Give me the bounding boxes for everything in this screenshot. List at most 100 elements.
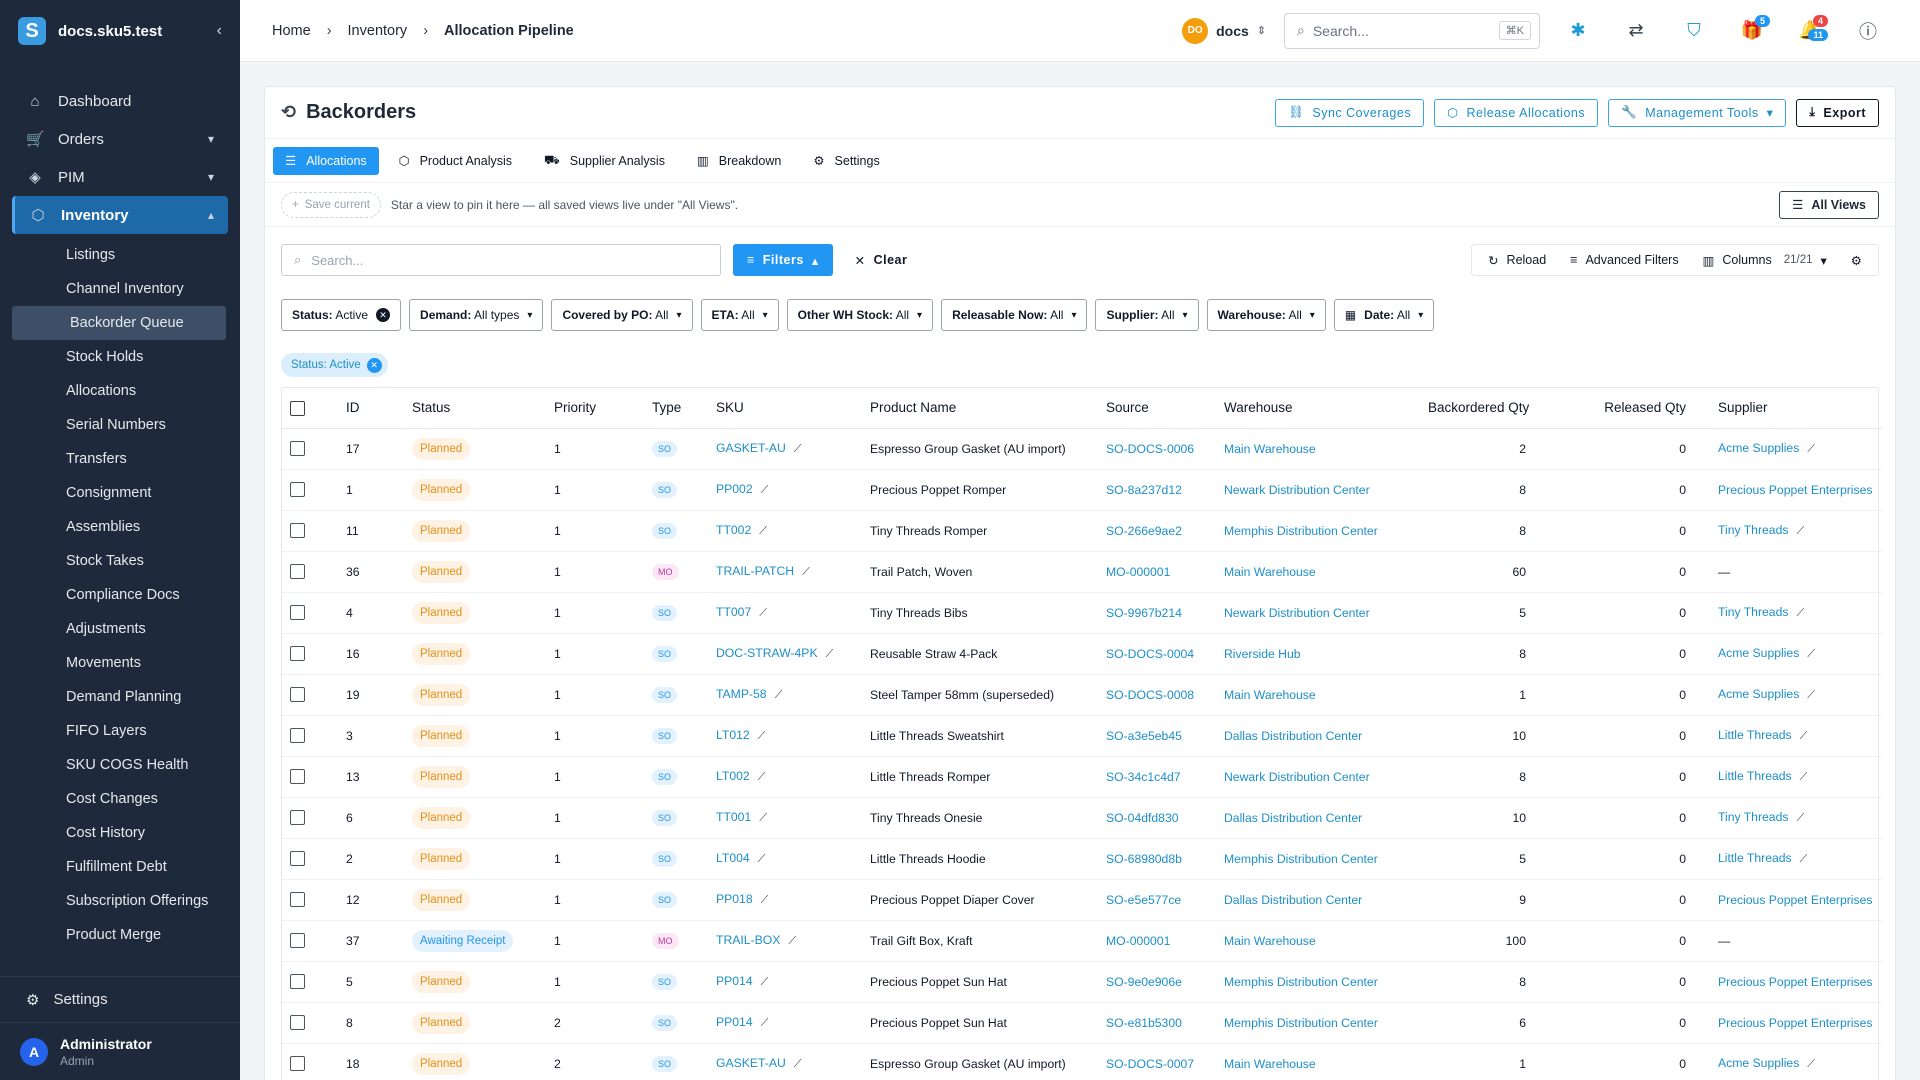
org-switcher[interactable]: DO docs ⇕ [1182,17,1266,44]
trend-chart-icon[interactable]: ⟋ [1800,730,1808,742]
supplier-link[interactable]: Acme Supplies [1718,441,1799,455]
source-link[interactable]: MO-000001 [1106,565,1170,579]
source-link[interactable]: SO-DOCS-0008 [1106,688,1194,702]
trend-chart-icon[interactable]: ⟋ [758,853,766,865]
source-link[interactable]: SO-04dfd830 [1106,811,1179,825]
sidebar-subitem[interactable]: Allocations [0,374,240,408]
table-row[interactable]: 18 Planned 2 SO GASKET-AU ⟋ Espresso Group Gas… [282,1043,1882,1080]
source-link[interactable]: SO-a3e5eb45 [1106,729,1182,743]
sidebar-item-orders[interactable]: 🛒 Orders ▾ [0,120,240,158]
release-allocations-button[interactable]: ⬡ Release Allocations [1434,98,1599,127]
sidebar-subitem[interactable]: Listings [0,238,240,272]
table-row[interactable]: 11 Planned 1 SO TT002 ⟋ Tiny Threads Romper SO-… [282,510,1882,552]
trend-chart-icon[interactable]: ⟋ [761,976,769,988]
advanced-filters-button[interactable]: ≡ Advanced Filters [1560,245,1688,275]
supplier-link[interactable]: Tiny Threads [1718,523,1788,537]
table-row[interactable]: 16 Planned 1 SO DOC-STRAW-4PK ⟋ Reusable Straw… [282,633,1882,675]
row-checkbox[interactable] [290,892,305,908]
export-button[interactable]: ⤓ Export [1796,98,1879,127]
column-header-priority[interactable]: Priority [546,388,644,429]
table-row[interactable]: 8 Planned 2 SO PP014 ⟋ Precious Poppet Sun Hat… [282,1002,1882,1044]
trend-chart-icon[interactable]: ⟋ [761,1017,769,1029]
sidebar-subitem[interactable]: SKU COGS Health [0,748,240,782]
clear-filters-button[interactable]: ✕ Clear [845,244,918,276]
source-link[interactable]: SO-68980d8b [1106,852,1182,866]
trend-chart-icon[interactable]: ⟋ [802,566,810,578]
sidebar-subitem[interactable]: Demand Planning [0,680,240,714]
row-checkbox[interactable] [290,933,305,949]
source-link[interactable]: SO-34c1c4d7 [1106,770,1181,784]
warehouse-link[interactable]: Main Warehouse [1224,565,1316,579]
warehouse-link[interactable]: Riverside Hub [1224,647,1301,661]
row-checkbox[interactable] [290,769,305,785]
warehouse-link[interactable]: Memphis Distribution Center [1224,975,1378,989]
trend-chart-icon[interactable]: ⟋ [759,607,767,619]
sidebar-subitem[interactable]: Transfers [0,442,240,476]
supplier-link[interactable]: Precious Poppet Enterprises [1718,1016,1872,1030]
source-link[interactable]: SO-8a237d12 [1106,483,1182,497]
source-link[interactable]: SO-e5e577ce [1106,893,1181,907]
trend-chart-icon[interactable]: ⟋ [1807,1058,1815,1070]
trend-chart-icon[interactable]: ⟋ [826,648,834,660]
trend-chart-icon[interactable]: ⟋ [794,443,802,455]
table-row[interactable]: 1 Planned 1 SO PP002 ⟋ Precious Poppet Romper S… [282,469,1882,511]
sku-link[interactable]: PP018 [716,892,753,906]
sidebar-subitem[interactable]: Consignment [0,476,240,510]
sync-coverages-button[interactable]: ⛓ Sync Coverages [1275,98,1425,127]
warehouse-link[interactable]: Newark Distribution Center [1224,770,1370,784]
sidebar-subitem-backorder-queue[interactable]: Backorder Queue [12,306,226,340]
select-all-checkbox[interactable] [290,400,305,416]
table-row[interactable]: 6 Planned 1 SO TT001 ⟋ Tiny Threads Onesie SO-0… [282,797,1882,839]
supplier-link[interactable]: Tiny Threads [1718,605,1788,619]
sidebar-subitem[interactable]: Movements [0,646,240,680]
source-link[interactable]: SO-9967b214 [1106,606,1182,620]
row-checkbox[interactable] [290,523,305,539]
supplier-link[interactable]: Acme Supplies [1718,687,1799,701]
sku-link[interactable]: TRAIL-BOX [716,933,780,947]
row-checkbox[interactable] [290,687,305,703]
tab-breakdown[interactable]: ▥ Breakdown [685,147,793,175]
sidebar-subitem[interactable]: Channel Inventory [0,272,240,306]
supplier-link[interactable]: Precious Poppet Enterprises [1718,893,1872,907]
sidebar-subitem[interactable]: Fulfillment Debt [0,850,240,884]
warehouse-link[interactable]: Main Warehouse [1224,1057,1316,1071]
trend-chart-icon[interactable]: ⟋ [1796,607,1804,619]
warehouse-link[interactable]: Newark Distribution Center [1224,483,1370,497]
source-link[interactable]: SO-DOCS-0007 [1106,1057,1194,1071]
trend-chart-icon[interactable]: ⟋ [1796,525,1804,537]
warehouse-link[interactable]: Main Warehouse [1224,934,1316,948]
sidebar-subitem[interactable]: Adjustments [0,612,240,646]
column-header-warehouse[interactable]: Warehouse [1216,388,1420,429]
warehouse-link[interactable]: Dallas Distribution Center [1224,893,1362,907]
gift-icon[interactable]: 🎁 5 [1732,13,1772,49]
tab-supplier-analysis[interactable]: ⛟ Supplier Analysis [532,147,677,175]
trend-chart-icon[interactable]: ⟋ [1796,812,1804,824]
trend-chart-icon[interactable]: ⟋ [1807,648,1815,660]
reload-button[interactable]: ↻ Reload [1478,245,1556,275]
shield-icon[interactable]: ⛉ [1674,13,1714,49]
row-checkbox[interactable] [290,1015,305,1031]
sku-link[interactable]: PP014 [716,1015,753,1029]
supplier-link[interactable]: Precious Poppet Enterprises [1718,483,1872,497]
supplier-link[interactable]: Little Threads [1718,728,1792,742]
bell-icon[interactable]: 🔔411 [1790,13,1830,49]
trend-chart-icon[interactable]: ⟋ [761,484,769,496]
trend-chart-icon[interactable]: ⟋ [758,771,766,783]
management-tools-button[interactable]: 🔧 Management Tools ▾ [1608,98,1787,127]
row-checkbox[interactable] [290,974,305,990]
integrations-icon[interactable]: ✱ [1558,13,1598,49]
warehouse-link[interactable]: Main Warehouse [1224,442,1316,456]
sku-link[interactable]: GASKET-AU [716,1056,786,1070]
row-checkbox[interactable] [290,605,305,621]
trend-chart-icon[interactable]: ⟋ [1800,853,1808,865]
breadcrumb-home[interactable]: Home [272,23,311,39]
source-link[interactable]: MO-000001 [1106,934,1170,948]
row-checkbox[interactable] [290,441,305,457]
source-link[interactable]: SO-266e9ae2 [1106,524,1182,538]
sku-link[interactable]: DOC-STRAW-4PK [716,646,818,660]
filters-button[interactable]: ≡ Filters ▴ [733,244,833,276]
trend-chart-icon[interactable]: ⟋ [794,1058,802,1070]
trend-chart-icon[interactable]: ⟋ [1807,689,1815,701]
sidebar-item-pim[interactable]: ◈ PIM ▾ [0,158,240,196]
row-checkbox[interactable] [290,646,305,662]
